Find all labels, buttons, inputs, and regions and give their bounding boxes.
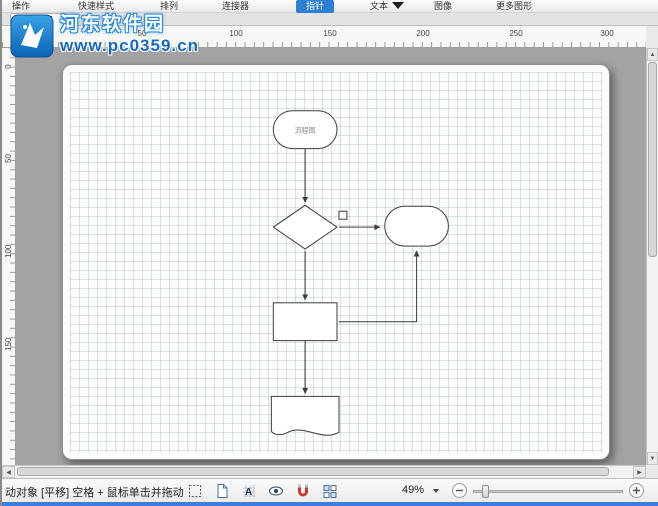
zoom-out-button[interactable]: [451, 482, 468, 502]
vertical-scrollbar-thumb[interactable]: [648, 62, 657, 257]
vertical-scrollbar[interactable]: ▲ ▼: [646, 48, 658, 465]
shape-terminator-label: 流程图: [295, 126, 316, 135]
visibility-eye-icon[interactable]: [266, 481, 286, 501]
horizontal-ruler: 0 50 100 150 200 250 300: [2, 26, 646, 48]
connector-process-to-stadium[interactable]: [338, 250, 420, 323]
ruler-h-number: 0: [27, 29, 33, 38]
drawing-page[interactable]: 流程图: [62, 64, 610, 460]
scroll-left-arrow-icon[interactable]: ◀: [2, 466, 15, 478]
ruler-h-number: 100: [229, 29, 243, 38]
ruler-h-number: 150: [323, 29, 337, 38]
ruler-v-number: 150: [4, 337, 13, 351]
zoom-dropdown-caret-icon[interactable]: [433, 489, 439, 493]
app-window: 操作 快速样式 排列 连接器 指针 文本 图像 更多图形 *未命名 0 50 1…: [0, 0, 658, 506]
shape-decision-diamond[interactable]: [272, 204, 338, 250]
toolbar-item-more-shapes[interactable]: 更多图形: [496, 0, 532, 13]
connection-point-handle[interactable]: [338, 210, 348, 220]
toolbar-item-arrange[interactable]: 排列: [160, 0, 178, 13]
document-tab-bar: *未命名: [2, 13, 658, 26]
shape-process[interactable]: [272, 302, 338, 342]
scroll-down-arrow-icon[interactable]: ▼: [647, 452, 658, 465]
svg-text:A: A: [245, 487, 252, 498]
ruler-v-number: 50: [4, 154, 13, 163]
new-page-icon[interactable]: [212, 481, 232, 501]
status-bar: 动对象 [平移] 空格 + 鼠标单击并拖动 A 49%: [2, 478, 658, 502]
toolbar-item-pointer-selected[interactable]: 指针: [296, 0, 335, 13]
ruler-v-number: 0: [4, 64, 13, 69]
zoom-slider-track[interactable]: [473, 485, 623, 498]
page-layout-icon[interactable]: [320, 481, 340, 501]
status-icon-group: A: [185, 481, 340, 501]
snap-to-grid-icon[interactable]: A: [239, 481, 259, 501]
toolbar-item-text[interactable]: 文本: [370, 0, 388, 13]
toolbar-item-quick-style[interactable]: 快速样式: [78, 0, 114, 13]
document-tab-untitled[interactable]: *未命名: [10, 13, 67, 26]
zoom-slider-thumb[interactable]: [482, 485, 489, 498]
toolbar-item-operation[interactable]: 操作: [12, 0, 30, 13]
ruler-h-number: 200: [416, 29, 430, 38]
toolbar-item-connector[interactable]: 连接器: [222, 0, 249, 13]
toolbar-item-image[interactable]: 图像: [434, 0, 452, 13]
scrollbar-corner: [646, 465, 658, 478]
flowchart-layer[interactable]: 流程图: [63, 65, 609, 459]
vertical-ruler: 0 50 100 150: [2, 48, 16, 465]
zoom-level-value[interactable]: 49%: [402, 484, 424, 496]
pointer-cursor-icon: [392, 2, 404, 9]
ruler-h-number: 50: [137, 29, 147, 38]
ruler-h-number: 300: [600, 29, 614, 38]
drawing-canvas[interactable]: 流程图: [16, 48, 646, 465]
ruler-h-number: 250: [509, 29, 523, 38]
shape-stadium[interactable]: [384, 205, 449, 247]
window-bottom-edge: [2, 502, 658, 506]
scroll-right-arrow-icon[interactable]: ▶: [633, 466, 646, 478]
zoom-in-button[interactable]: [628, 482, 645, 502]
toolbar: 操作 快速样式 排列 连接器 指针 文本 图像 更多图形: [2, 0, 658, 13]
horizontal-scrollbar[interactable]: ◀ ▶: [2, 465, 646, 478]
shape-document[interactable]: [270, 395, 340, 436]
scroll-up-arrow-icon[interactable]: ▲: [647, 48, 658, 61]
magnet-snap-icon[interactable]: [293, 481, 313, 501]
horizontal-scrollbar-thumb[interactable]: [17, 467, 609, 476]
status-hint-text: 动对象 [平移] 空格 + 鼠标单击并拖动: [5, 487, 184, 499]
marquee-select-icon[interactable]: [185, 481, 205, 501]
ruler-v-number: 100: [4, 244, 13, 258]
